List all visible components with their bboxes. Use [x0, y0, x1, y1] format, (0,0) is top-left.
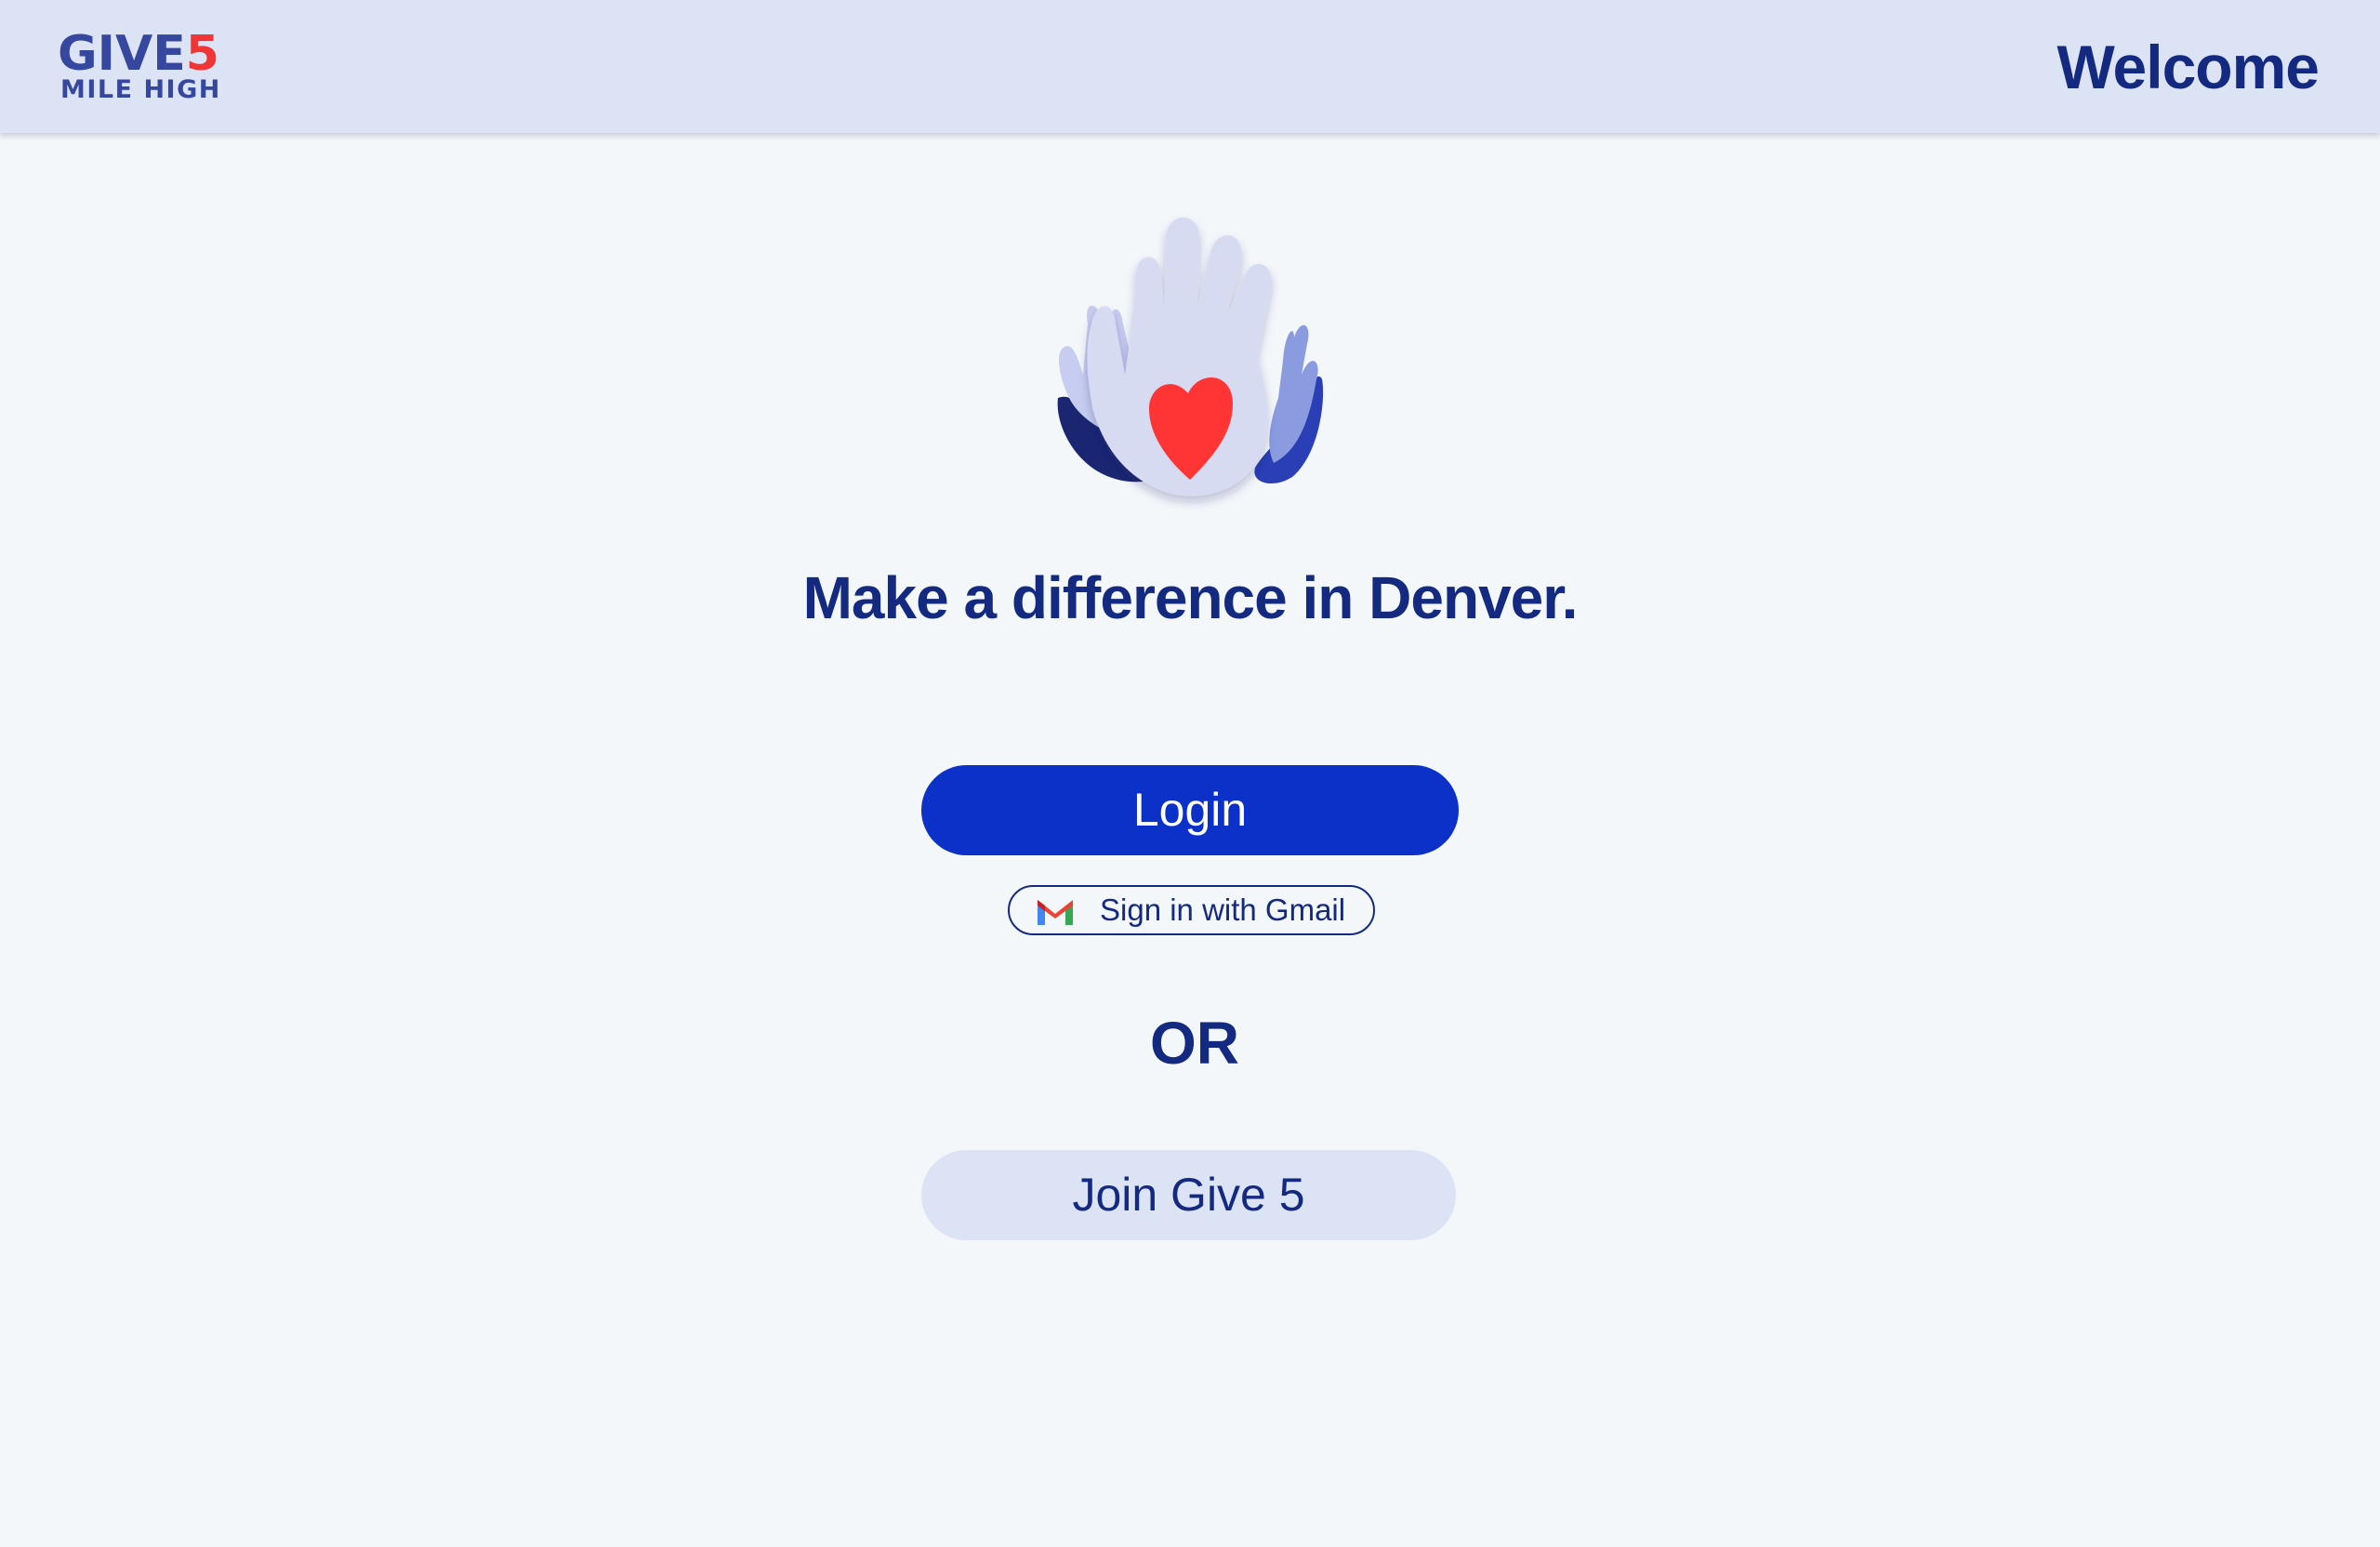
- logo-number: 5: [185, 26, 219, 82]
- hero-tagline: Make a difference in Denver.: [802, 564, 1579, 631]
- gmail-signin-label: Sign in with Gmail: [1100, 892, 1346, 927]
- logo-word: GIVE: [58, 26, 186, 82]
- login-button[interactable]: Login: [921, 765, 1459, 855]
- give5-logo[interactable]: GIVE5 MILE HIGH: [58, 28, 230, 106]
- page-title: Welcome: [2056, 33, 2320, 101]
- logo-subtitle: MILE HIGH: [60, 75, 221, 104]
- gmail-signin-button[interactable]: Sign in with Gmail: [1008, 885, 1375, 935]
- join-button[interactable]: Join Give 5: [921, 1150, 1456, 1240]
- gmail-icon: [1035, 896, 1076, 928]
- logo-wordmark: GIVE5: [58, 28, 219, 80]
- hands-heart-icon: [1051, 212, 1329, 509]
- top-header: GIVE5 MILE HIGH Welcome: [0, 0, 2380, 133]
- or-divider: OR: [1150, 1010, 1239, 1077]
